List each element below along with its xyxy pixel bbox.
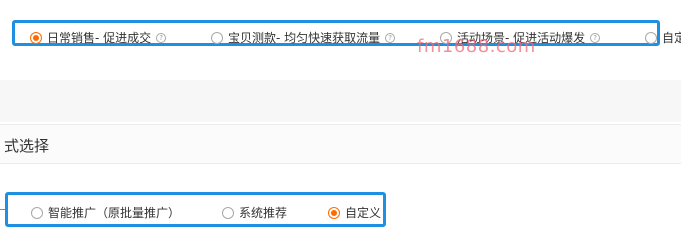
- goal-option-label: 宝贝测款- 均匀快速获取流量: [228, 31, 381, 45]
- radio-checked-icon[interactable]: [30, 31, 42, 44]
- mode-option-system-recommended[interactable]: 系统推荐: [222, 204, 287, 221]
- radio-unchecked-icon[interactable]: [222, 206, 234, 219]
- radio-unchecked-icon[interactable]: [31, 206, 43, 219]
- mode-option-label: 自定义: [345, 206, 382, 220]
- help-icon[interactable]: ?: [156, 32, 167, 43]
- help-icon[interactable]: ?: [590, 32, 601, 43]
- mode-option-smart[interactable]: 智能推广（原批量推广）: [31, 204, 180, 221]
- watermark: fm1688.com: [417, 36, 536, 57]
- content-band: [0, 80, 681, 122]
- radio-checked-icon[interactable]: [328, 206, 340, 219]
- radio-unchecked-icon[interactable]: [211, 31, 223, 44]
- section-title: 式选择: [4, 137, 50, 155]
- goal-option-label: 日常销售- 促进成交: [47, 31, 152, 45]
- mode-option-custom[interactable]: 自定义: [328, 204, 381, 221]
- campaign-setup-panel: 日常销售- 促进成交 ? 宝贝测款- 均匀快速获取流量 ? 活动场景- 促进活动…: [0, 0, 681, 249]
- mode-option-label: 系统推荐: [239, 206, 288, 220]
- radio-unchecked-icon[interactable]: [645, 31, 657, 44]
- goal-option-custom[interactable]: 自定: [645, 29, 681, 46]
- goal-option-label: 自定: [662, 31, 681, 45]
- mode-option-label: 智能推广（原批量推广）: [48, 206, 181, 220]
- section-header: 式选择: [0, 124, 681, 164]
- goal-option-product-test[interactable]: 宝贝测款- 均匀快速获取流量 ?: [211, 29, 396, 46]
- help-icon[interactable]: ?: [385, 32, 396, 43]
- goal-option-daily-sales[interactable]: 日常销售- 促进成交 ?: [30, 29, 167, 46]
